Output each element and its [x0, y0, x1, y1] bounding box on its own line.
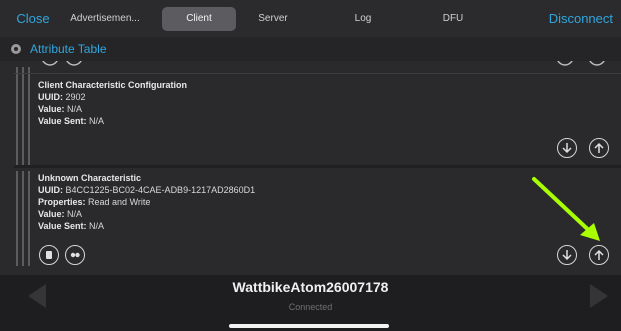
disconnect-button[interactable]: Disconnect [549, 11, 621, 26]
attribute-table-header: Attribute Table [0, 37, 621, 61]
value-sent-label: Value Sent: [38, 116, 87, 126]
characteristic-value-sent: N/A [89, 221, 105, 231]
indent-bar [22, 171, 24, 266]
write-button[interactable] [589, 245, 609, 265]
notify-button[interactable] [65, 245, 85, 265]
tab-log[interactable]: Log [326, 7, 400, 31]
attribute-list[interactable]: Client Characteristic Configuration UUID… [0, 61, 621, 275]
descriptor-value: N/A [67, 104, 83, 114]
descriptor-name: Client Characteristic Configuration [38, 80, 188, 90]
arrow-down-icon [562, 250, 572, 261]
uuid-label: UUID: [38, 185, 63, 195]
partial-action-icons [42, 61, 82, 66]
indent-bar [16, 67, 18, 167]
characteristic-properties: Read and Write [88, 197, 151, 207]
descriptors-button[interactable] [39, 245, 59, 265]
gear-icon[interactable] [10, 43, 22, 55]
read-button[interactable] [557, 138, 577, 158]
tab-advertisement[interactable]: Advertisemen... [66, 7, 144, 31]
indent-bar [22, 67, 24, 167]
section-divider [14, 165, 621, 168]
descriptor-item[interactable]: Client Characteristic Configuration UUID… [38, 79, 187, 127]
descriptor-value-sent: N/A [89, 116, 105, 126]
top-bar: Close Advertisemen... Client Server Log … [0, 0, 621, 37]
document-icon [46, 251, 52, 259]
indent-bar [16, 171, 18, 266]
uuid-label: UUID: [38, 92, 63, 102]
divider [14, 73, 621, 74]
close-button[interactable]: Close [0, 11, 66, 26]
indent-bar [28, 171, 30, 266]
characteristic-name: Unknown Characteristic [38, 173, 142, 183]
tab-bar: Advertisemen... Client Server Log DFU [66, 6, 490, 32]
attribute-table-title: Attribute Table [30, 42, 107, 56]
tab-client[interactable]: Client [162, 6, 236, 31]
arrow-up-icon [594, 142, 604, 153]
tab-server[interactable]: Server [236, 7, 310, 31]
next-device-icon[interactable] [588, 283, 610, 309]
partial-arrow-icons [557, 61, 605, 66]
indent-bar [28, 67, 30, 167]
properties-label: Properties: [38, 197, 86, 207]
connection-status: Connected [288, 302, 333, 312]
characteristic-value: N/A [67, 209, 83, 219]
arrow-down-icon [562, 143, 572, 154]
characteristic-item[interactable]: Unknown Characteristic UUID: B4CC1225-BC… [38, 172, 255, 232]
descriptor-uuid: 2902 [65, 92, 86, 102]
home-indicator[interactable] [229, 324, 389, 328]
read-button[interactable] [557, 245, 577, 265]
device-name: WattbikeAtom26007178 [232, 279, 389, 295]
notify-icon [70, 252, 80, 258]
value-label: Value: [38, 104, 65, 114]
characteristic-uuid: B4CC1225-BC02-4CAE-ADB9-1217AD2860D1 [65, 185, 256, 195]
write-button[interactable] [589, 138, 609, 158]
annotation-arrow-icon [532, 177, 600, 241]
tab-dfu[interactable]: DFU [416, 7, 490, 31]
footer: WattbikeAtom26007178 Connected [0, 275, 621, 331]
value-sent-label: Value Sent: [38, 221, 87, 231]
value-label: Value: [38, 209, 65, 219]
arrow-up-icon [594, 249, 604, 260]
